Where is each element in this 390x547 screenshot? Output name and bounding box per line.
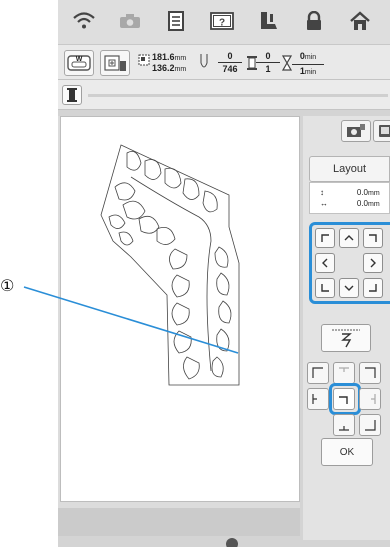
callout-number: ① [0, 276, 15, 295]
callout-leader-line [23, 286, 239, 354]
